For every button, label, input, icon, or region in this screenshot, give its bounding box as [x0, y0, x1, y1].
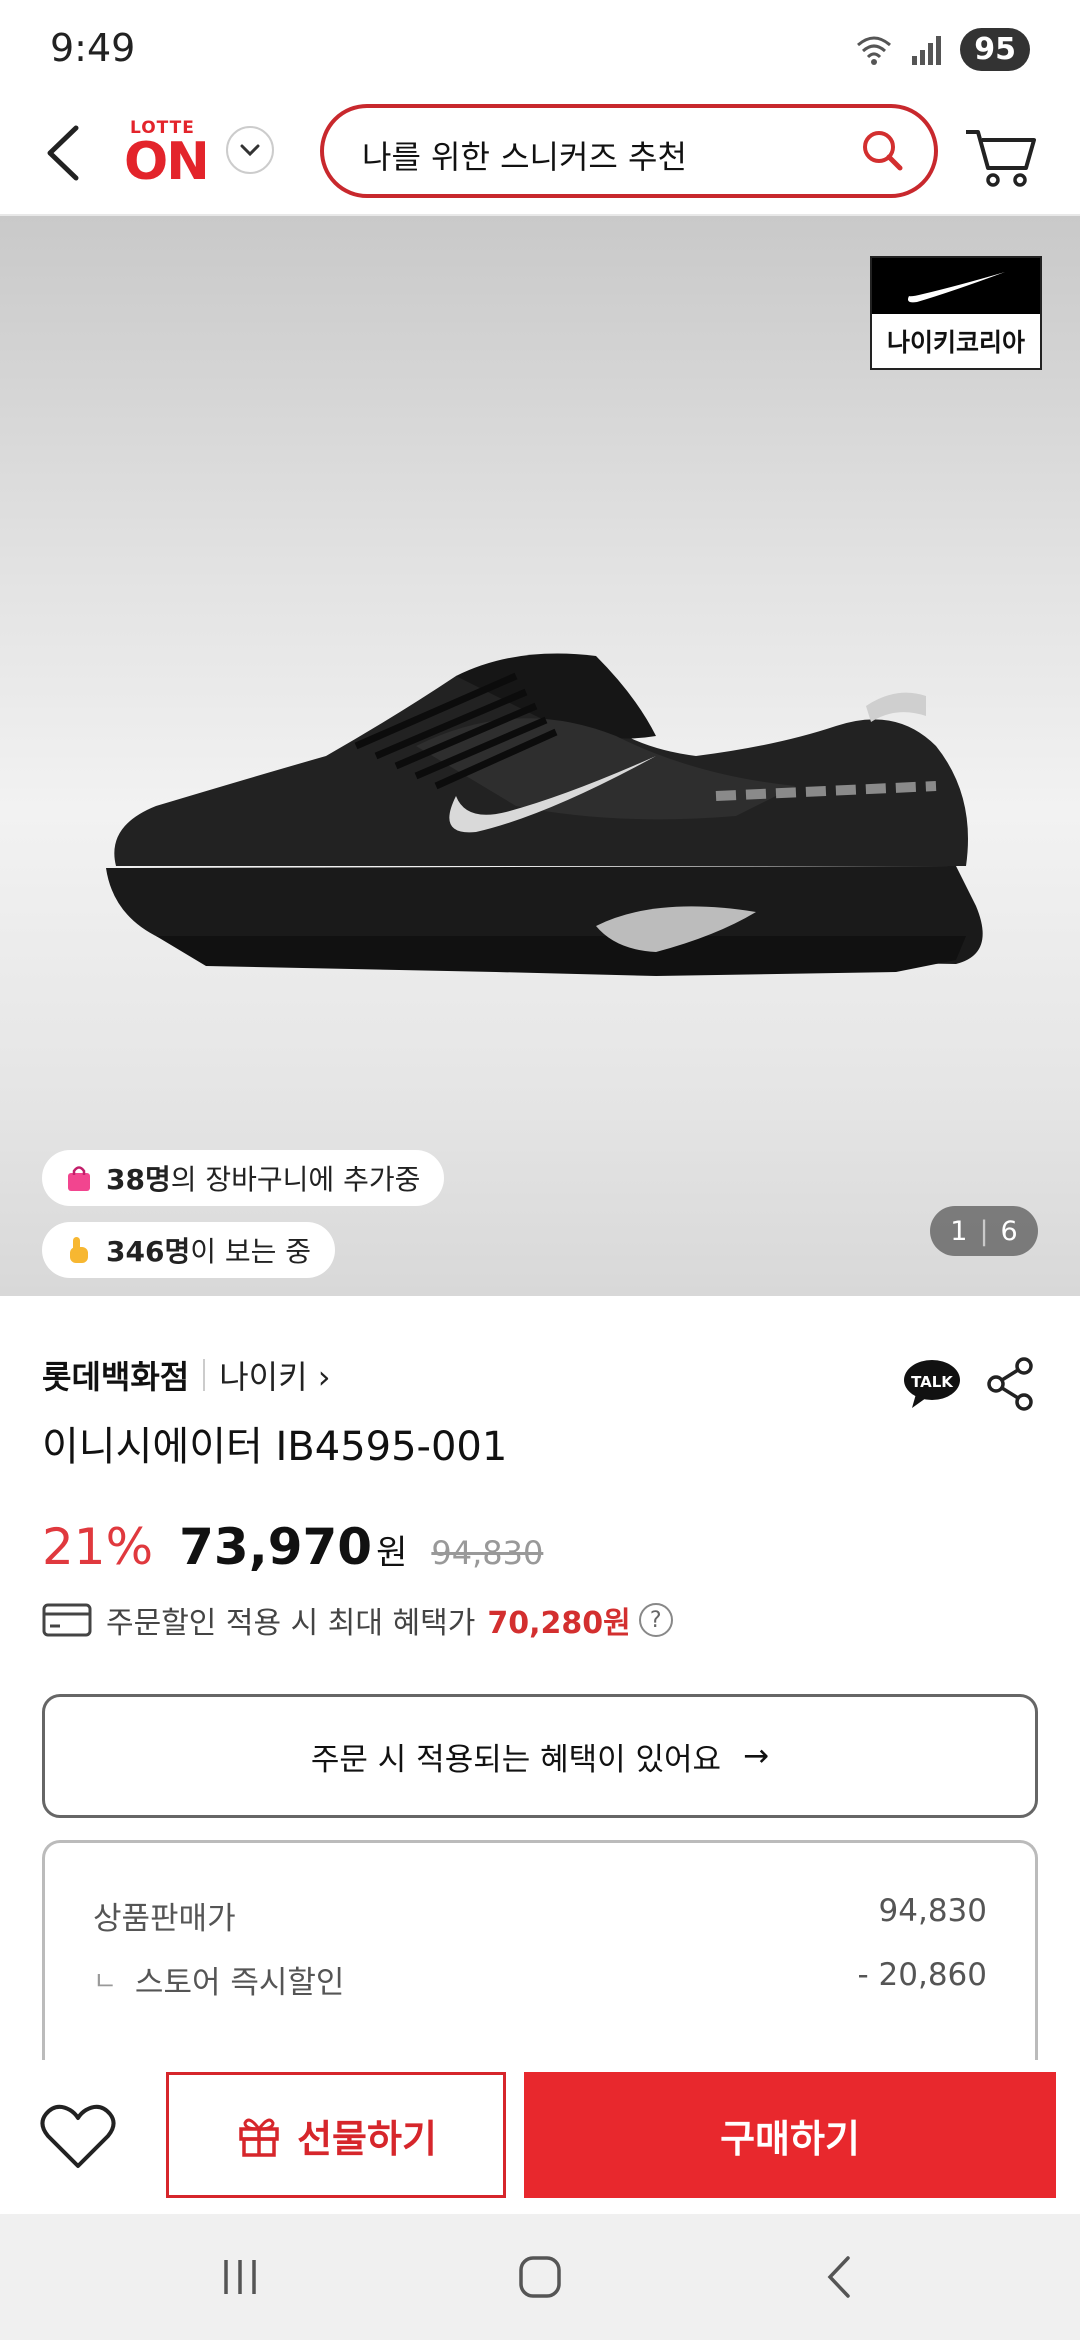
brand-link[interactable]: 나이키 ›: [219, 1352, 330, 1398]
page-total: 6: [1000, 1215, 1018, 1247]
divider: [203, 1359, 206, 1391]
home-button[interactable]: [510, 2252, 570, 2302]
status-time: 9:49: [50, 26, 136, 70]
sub-item-mark: ㄴ: [93, 1967, 117, 1997]
talk-icon: TALK: [904, 1360, 960, 1408]
system-nav-bar: [0, 2214, 1080, 2340]
logo-bottom-text: ON: [124, 132, 210, 192]
gallery-page-indicator: 1 | 6: [930, 1206, 1038, 1256]
row-value: 94,830: [878, 1893, 987, 1929]
arrow-right-icon: →: [743, 1738, 770, 1774]
search-query: 나를 위한 스니커즈 추천: [362, 138, 687, 176]
price-breakdown-row: 상품판매가 94,830: [93, 1893, 987, 1938]
price-breakdown: 상품판매가 94,830 ㄴ 스토어 즉시할인 - 20,860: [42, 1840, 1038, 2060]
status-icons: 95: [854, 28, 1030, 71]
battery-indicator: 95: [960, 28, 1030, 71]
view-suffix: 이 보는 중: [190, 1235, 312, 1268]
cart-icon: [966, 130, 1036, 187]
chevron-left-icon: [47, 125, 79, 181]
gift-button[interactable]: 선물하기: [166, 2072, 506, 2198]
sale-price: 73,970: [179, 1518, 373, 1576]
brand-name: 나이키: [219, 1358, 308, 1396]
help-icon[interactable]: ?: [638, 1603, 673, 1637]
buy-button[interactable]: 구매하기: [524, 2072, 1056, 2198]
max-benefit-row: 주문할인 적용 시 최대 혜택가 70,280원 ?: [42, 1598, 673, 1642]
product-name: 이니시에이터 IB4595-001: [42, 1424, 508, 1470]
row-value: - 20,860: [857, 1957, 987, 1993]
nike-swoosh-icon: [908, 272, 1005, 303]
pointing-hand-icon: [70, 1237, 88, 1263]
discount-rate: 21%: [42, 1518, 154, 1576]
product-shoe-image: [106, 653, 983, 976]
gift-icon: [239, 2118, 279, 2157]
recent-apps-icon: [224, 2260, 256, 2294]
order-benefits-label: 주문 시 적용되는 혜택이 있어요: [310, 1741, 722, 1778]
page-current: 1: [950, 1215, 968, 1247]
order-benefits-button[interactable]: 주문 시 적용되는 혜택이 있어요 →: [42, 1694, 1038, 1818]
brand-badge-label: 나이키코리아: [886, 328, 1025, 357]
status-bar: 9:49 95: [0, 0, 1080, 96]
search-icon[interactable]: [858, 126, 908, 176]
home-icon: [519, 2256, 561, 2298]
cart-button[interactable]: [960, 118, 1040, 194]
buy-label: 구매하기: [720, 2116, 860, 2161]
cart-suffix: 의 장바구니에 추가중: [170, 1163, 421, 1196]
credit-card-icon: [42, 1603, 92, 1637]
cart-activity-badge: 38명 의 장바구니에 추가중: [42, 1150, 445, 1206]
signal-icon: [912, 35, 942, 65]
price-breakdown-row: ㄴ 스토어 즉시할인 - 20,860: [93, 1957, 987, 2002]
currency-unit: 원: [376, 1533, 408, 1573]
back-button[interactable]: [38, 118, 92, 188]
bottom-action-bar: 선물하기 구매하기: [0, 2060, 1080, 2214]
share-icon: [987, 1357, 1033, 1411]
price-row: 21% 73,970 원 94,830: [42, 1518, 543, 1576]
chevron-down-icon: [240, 144, 260, 157]
brand-chevron: ›: [317, 1358, 331, 1396]
app-header: LOTTE ON 나를 위한 스니커즈 추천: [0, 96, 1080, 216]
gift-label: 선물하기: [297, 2116, 437, 2161]
back-icon: [827, 2256, 850, 2298]
system-back-button[interactable]: [810, 2252, 870, 2302]
search-input[interactable]: 나를 위한 스니커즈 추천: [320, 104, 938, 198]
heart-icon: [40, 2104, 116, 2168]
wifi-icon: [857, 36, 892, 65]
kakao-talk-button[interactable]: TALK: [902, 1358, 962, 1410]
mall-dropdown-button[interactable]: [226, 126, 274, 174]
store-brand-row: 롯데백화점 나이키 ›: [42, 1352, 331, 1398]
row-label: 상품판매가: [93, 1901, 236, 1937]
viewer-activity-badge: 346명 이 보는 중: [42, 1222, 336, 1278]
wishlist-button[interactable]: [38, 2100, 118, 2176]
brand-badge[interactable]: 나이키코리아: [870, 256, 1042, 370]
original-price: 94,830: [431, 1534, 544, 1572]
recent-apps-button[interactable]: [210, 2252, 270, 2302]
product-image-gallery[interactable]: 나이키코리아 38명 의 장바구니에 추가중 346명 이 보는 중 1 | 6: [0, 216, 1080, 1296]
benefit-label: 주문할인 적용 시 최대 혜택가: [106, 1606, 476, 1641]
view-count: 346명: [106, 1235, 191, 1268]
lotte-on-logo[interactable]: LOTTE ON: [124, 116, 210, 196]
benefit-price: 70,280원: [487, 1606, 631, 1641]
row-label: 스토어 즉시할인: [134, 1965, 345, 2001]
store-name[interactable]: 롯데백화점: [42, 1352, 189, 1398]
cart-count: 38명: [106, 1163, 171, 1196]
share-button[interactable]: [984, 1356, 1036, 1412]
shopping-bag-icon: [68, 1166, 90, 1191]
talk-label: TALK: [911, 1373, 954, 1391]
